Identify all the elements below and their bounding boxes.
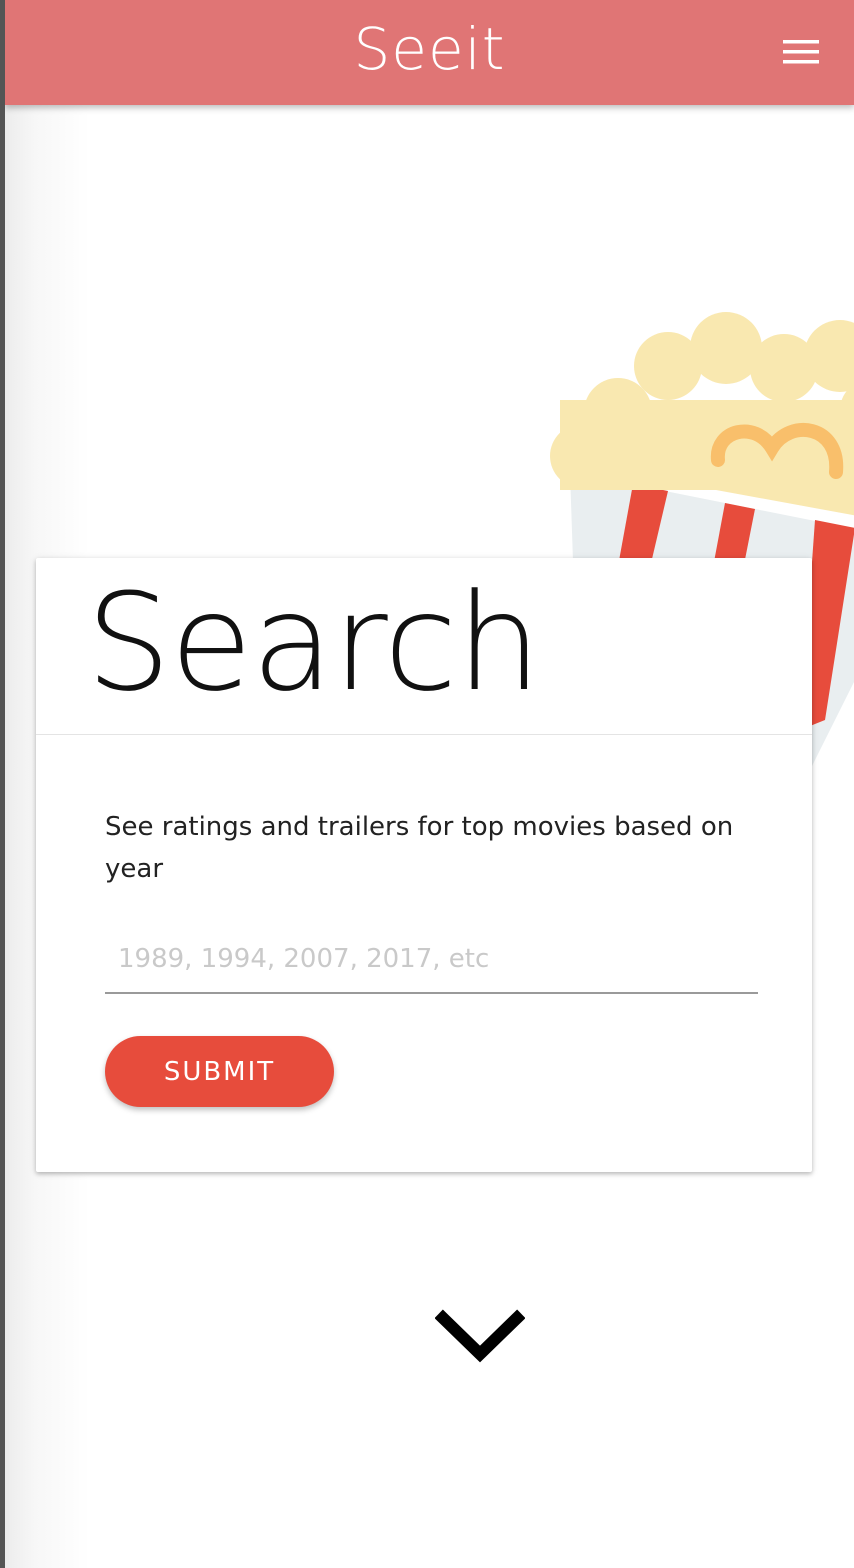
brand-logo[interactable]: Seeit <box>5 14 854 84</box>
submit-button[interactable]: SUBMIT <box>105 1036 334 1107</box>
app-viewport: Seeit Search See ratings and trailers fo… <box>5 0 854 1568</box>
navbar: Seeit <box>5 0 854 105</box>
hamburger-menu-icon[interactable] <box>777 34 825 70</box>
chevron-down-icon[interactable] <box>434 1308 526 1370</box>
search-title: Search <box>86 565 541 721</box>
card-divider <box>36 734 812 735</box>
year-search-input[interactable] <box>105 926 758 994</box>
search-description: See ratings and trailers for top movies … <box>105 812 734 884</box>
search-card: Search See ratings and trailers for top … <box>36 558 812 1172</box>
